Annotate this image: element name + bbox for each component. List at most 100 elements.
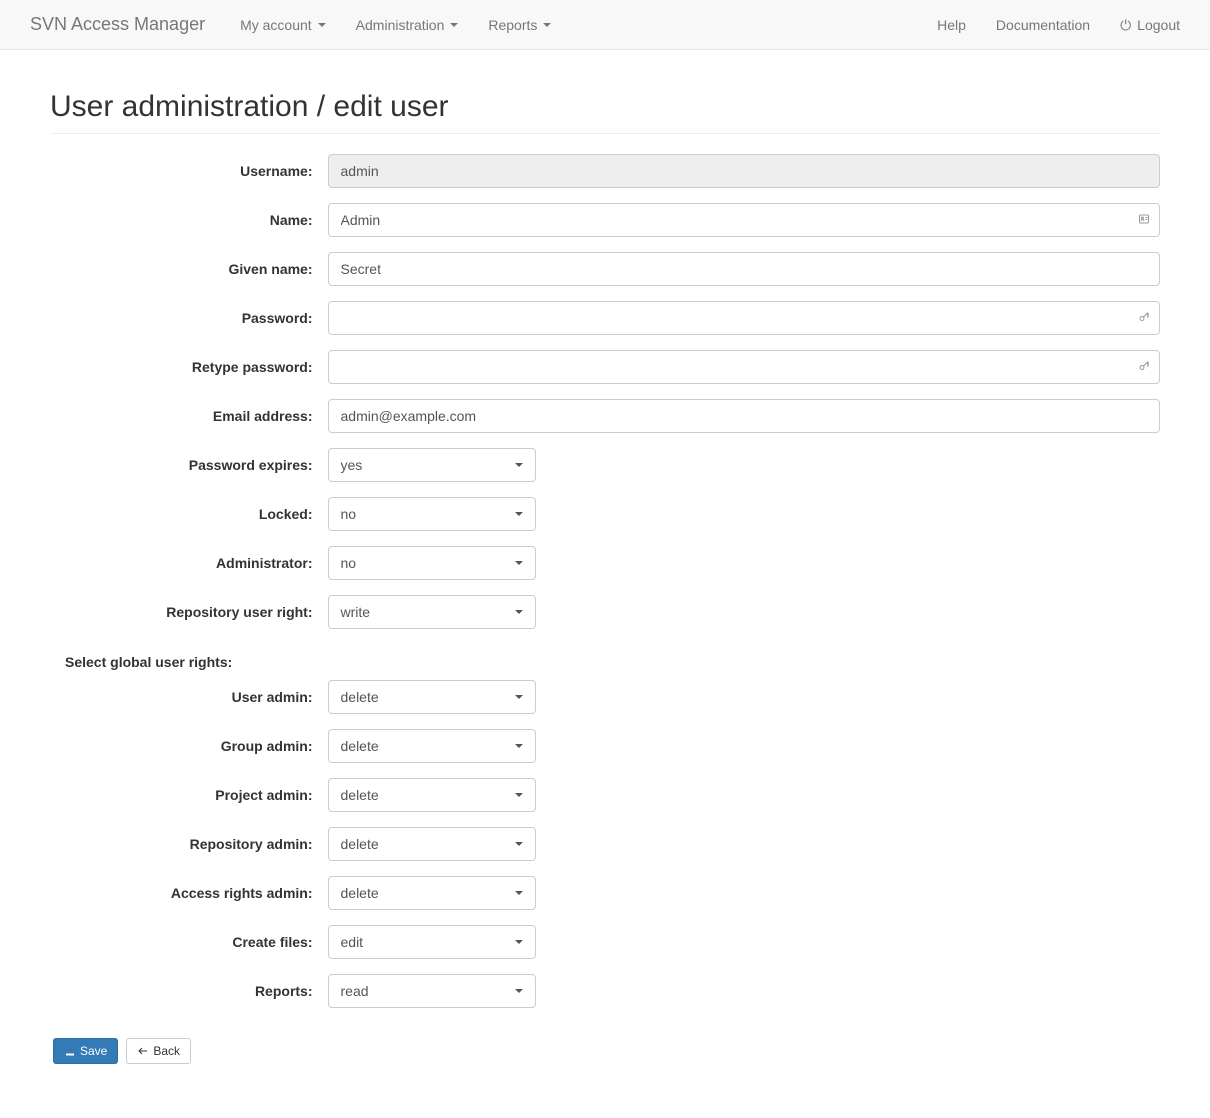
contact-icon bbox=[1138, 212, 1150, 228]
row-given-name: Given name: bbox=[50, 252, 1160, 286]
power-icon: ⏻ bbox=[1120, 18, 1131, 32]
back-button[interactable]: Back bbox=[126, 1038, 191, 1064]
caret-icon bbox=[515, 842, 523, 846]
label-password: Password: bbox=[50, 310, 328, 326]
group-admin-select[interactable]: delete bbox=[328, 729, 536, 763]
row-username: Username: bbox=[50, 154, 1160, 188]
row-reports: Reports: read bbox=[50, 974, 1160, 1008]
caret-icon bbox=[515, 891, 523, 895]
section-global-rights: Select global user rights: bbox=[50, 644, 1160, 680]
navbar: SVN Access Manager My account Administra… bbox=[0, 0, 1210, 50]
caret-icon bbox=[543, 23, 551, 27]
label-password-expires: Password expires: bbox=[50, 457, 328, 473]
password-input[interactable] bbox=[328, 301, 1161, 335]
label-project-admin: Project admin: bbox=[50, 787, 328, 803]
label-username: Username: bbox=[50, 163, 328, 179]
password-expires-value: yes bbox=[341, 457, 363, 473]
back-button-label: Back bbox=[153, 1044, 180, 1058]
caret-icon bbox=[515, 463, 523, 467]
nav-reports-label: Reports bbox=[488, 17, 537, 33]
row-password-expires: Password expires: yes bbox=[50, 448, 1160, 482]
caret-icon bbox=[515, 512, 523, 516]
administrator-select[interactable]: no bbox=[328, 546, 536, 580]
row-group-admin: Group admin: delete bbox=[50, 729, 1160, 763]
caret-icon bbox=[515, 744, 523, 748]
repository-admin-select[interactable]: delete bbox=[328, 827, 536, 861]
caret-icon bbox=[515, 793, 523, 797]
label-name: Name: bbox=[50, 212, 328, 228]
repo-user-right-select[interactable]: write bbox=[328, 595, 536, 629]
project-admin-select[interactable]: delete bbox=[328, 778, 536, 812]
row-repo-user-right: Repository user right: write bbox=[50, 595, 1160, 629]
label-email: Email address: bbox=[50, 408, 328, 424]
brand-link[interactable]: SVN Access Manager bbox=[15, 14, 220, 35]
row-retype-password: Retype password: bbox=[50, 350, 1160, 384]
edit-user-form: Username: Name: Given name: Password: bbox=[50, 154, 1160, 1064]
label-access-rights-admin: Access rights admin: bbox=[50, 885, 328, 901]
row-repository-admin: Repository admin: delete bbox=[50, 827, 1160, 861]
main-container: User administration / edit user Username… bbox=[20, 90, 1190, 1064]
label-repository-admin: Repository admin: bbox=[50, 836, 328, 852]
given-name-input[interactable] bbox=[328, 252, 1161, 286]
label-given-name: Given name: bbox=[50, 261, 328, 277]
caret-icon bbox=[515, 610, 523, 614]
save-button[interactable]: Save bbox=[53, 1038, 118, 1064]
caret-icon bbox=[515, 940, 523, 944]
page-title: User administration / edit user bbox=[50, 90, 1160, 134]
row-create-files: Create files: edit bbox=[50, 925, 1160, 959]
nav-reports[interactable]: Reports bbox=[473, 2, 566, 48]
key-icon bbox=[1138, 310, 1150, 326]
row-locked: Locked: no bbox=[50, 497, 1160, 531]
access-rights-admin-select[interactable]: delete bbox=[328, 876, 536, 910]
row-email: Email address: bbox=[50, 399, 1160, 433]
nav-my-account[interactable]: My account bbox=[225, 2, 341, 48]
label-repo-user-right: Repository user right: bbox=[50, 604, 328, 620]
caret-icon bbox=[515, 561, 523, 565]
administrator-value: no bbox=[341, 555, 357, 571]
label-administrator: Administrator: bbox=[50, 555, 328, 571]
access-rights-admin-value: delete bbox=[341, 885, 379, 901]
locked-select[interactable]: no bbox=[328, 497, 536, 531]
row-name: Name: bbox=[50, 203, 1160, 237]
name-input[interactable] bbox=[328, 203, 1161, 237]
nav-logout[interactable]: ⏻ Logout bbox=[1105, 2, 1195, 48]
save-icon bbox=[64, 1045, 76, 1057]
label-retype-password: Retype password: bbox=[50, 359, 328, 375]
retype-password-input[interactable] bbox=[328, 350, 1161, 384]
nav-left: My account Administration Reports bbox=[225, 2, 566, 48]
label-user-admin: User admin: bbox=[50, 689, 328, 705]
label-create-files: Create files: bbox=[50, 934, 328, 950]
caret-icon bbox=[318, 23, 326, 27]
label-reports-right: Reports: bbox=[50, 983, 328, 999]
repo-user-right-value: write bbox=[341, 604, 371, 620]
nav-logout-label: Logout bbox=[1137, 17, 1180, 33]
reports-value: read bbox=[341, 983, 369, 999]
label-locked: Locked: bbox=[50, 506, 328, 522]
row-access-rights-admin: Access rights admin: delete bbox=[50, 876, 1160, 910]
email-input[interactable] bbox=[328, 399, 1161, 433]
user-admin-select[interactable]: delete bbox=[328, 680, 536, 714]
save-button-label: Save bbox=[80, 1044, 107, 1058]
caret-icon bbox=[515, 695, 523, 699]
reports-select[interactable]: read bbox=[328, 974, 536, 1008]
row-project-admin: Project admin: delete bbox=[50, 778, 1160, 812]
nav-right: Help Documentation ⏻ Logout bbox=[922, 2, 1195, 48]
arrow-left-icon bbox=[137, 1045, 149, 1057]
create-files-select[interactable]: edit bbox=[328, 925, 536, 959]
project-admin-value: delete bbox=[341, 787, 379, 803]
password-expires-select[interactable]: yes bbox=[328, 448, 536, 482]
nav-my-account-label: My account bbox=[240, 17, 312, 33]
nav-administration-label: Administration bbox=[356, 17, 445, 33]
username-input bbox=[328, 154, 1161, 188]
caret-icon bbox=[450, 23, 458, 27]
create-files-value: edit bbox=[341, 934, 364, 950]
button-row: Save Back bbox=[50, 1038, 1160, 1064]
label-group-admin: Group admin: bbox=[50, 738, 328, 754]
key-icon bbox=[1138, 359, 1150, 375]
group-admin-value: delete bbox=[341, 738, 379, 754]
nav-administration[interactable]: Administration bbox=[341, 2, 474, 48]
row-administrator: Administrator: no bbox=[50, 546, 1160, 580]
nav-help[interactable]: Help bbox=[922, 2, 981, 48]
nav-documentation[interactable]: Documentation bbox=[981, 2, 1105, 48]
locked-value: no bbox=[341, 506, 357, 522]
